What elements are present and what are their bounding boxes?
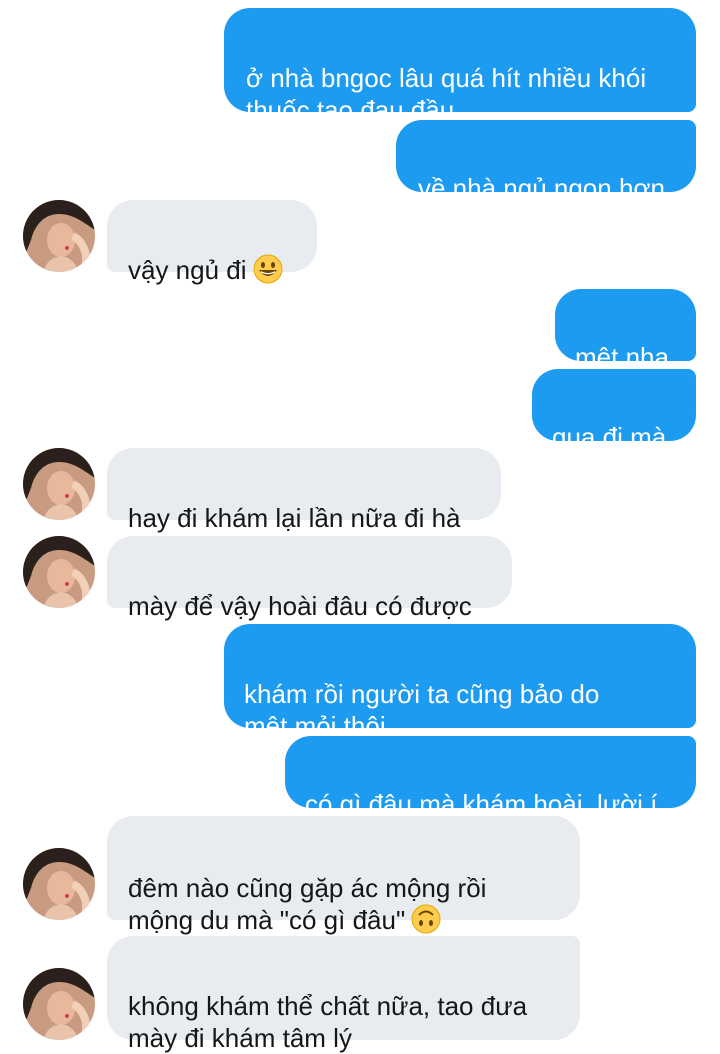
- message-text: qua đi mà: [552, 422, 667, 452]
- grinning-face-emoji-icon: [253, 254, 283, 284]
- message-text: không khám thể chất nữa, tao đưa mày đi …: [128, 991, 528, 1053]
- message-text: mày để vậy hoài đâu có được: [128, 591, 472, 621]
- message-bubble-sent[interactable]: ở nhà bngoc lâu quá hít nhiều khói thuốc…: [224, 8, 696, 125]
- message-bubble-received[interactable]: không khám thể chất nữa, tao đưa mày đi …: [107, 936, 580, 1053]
- contact-avatar[interactable]: [23, 200, 95, 272]
- message-text: hay đi khám lại lần nữa đi hà: [128, 503, 461, 533]
- message-bubble-sent[interactable]: có gì đâu mà khám hoài, lười í: [285, 736, 696, 819]
- upside-down-face-emoji-icon: [411, 904, 441, 934]
- message-bubble-received[interactable]: đêm nào cũng gặp ác mộng rồi mộng du mà …: [107, 816, 580, 935]
- message-text: khám rồi người ta cũng bảo do mệt mỏi th…: [244, 679, 600, 741]
- contact-avatar[interactable]: [23, 448, 95, 520]
- avatar-photo-icon: [23, 448, 95, 520]
- message-bubble-sent[interactable]: khám rồi người ta cũng bảo do mệt mỏi th…: [224, 624, 696, 741]
- contact-avatar[interactable]: [23, 968, 95, 1040]
- message-text: ở nhà bngoc lâu quá hít nhiều khói thuốc…: [246, 63, 647, 125]
- message-bubble-received[interactable]: mày để vậy hoài đâu có được: [107, 536, 512, 621]
- message-bubble-sent[interactable]: qua đi mà: [532, 369, 696, 452]
- contact-avatar[interactable]: [23, 848, 95, 920]
- contact-avatar[interactable]: [23, 536, 95, 608]
- chat-thread: ở nhà bngoc lâu quá hít nhiều khói thuốc…: [0, 0, 720, 1053]
- avatar-photo-icon: [23, 848, 95, 920]
- message-bubble-received[interactable]: hay đi khám lại lần nữa đi hà: [107, 448, 501, 533]
- avatar-photo-icon: [23, 968, 95, 1040]
- message-text: về nhà ngủ ngon hơn: [418, 173, 665, 203]
- message-bubble-received[interactable]: vậy ngủ đi: [107, 200, 317, 285]
- message-bubble-sent[interactable]: mệt nha: [555, 289, 696, 372]
- message-text: mệt nha: [575, 342, 669, 372]
- message-bubble-sent[interactable]: về nhà ngủ ngon hơn: [396, 120, 696, 203]
- avatar-photo-icon: [23, 536, 95, 608]
- avatar-photo-icon: [23, 200, 95, 272]
- message-text: có gì đâu mà khám hoài, lười í: [305, 789, 658, 819]
- message-text: vậy ngủ đi: [128, 255, 247, 285]
